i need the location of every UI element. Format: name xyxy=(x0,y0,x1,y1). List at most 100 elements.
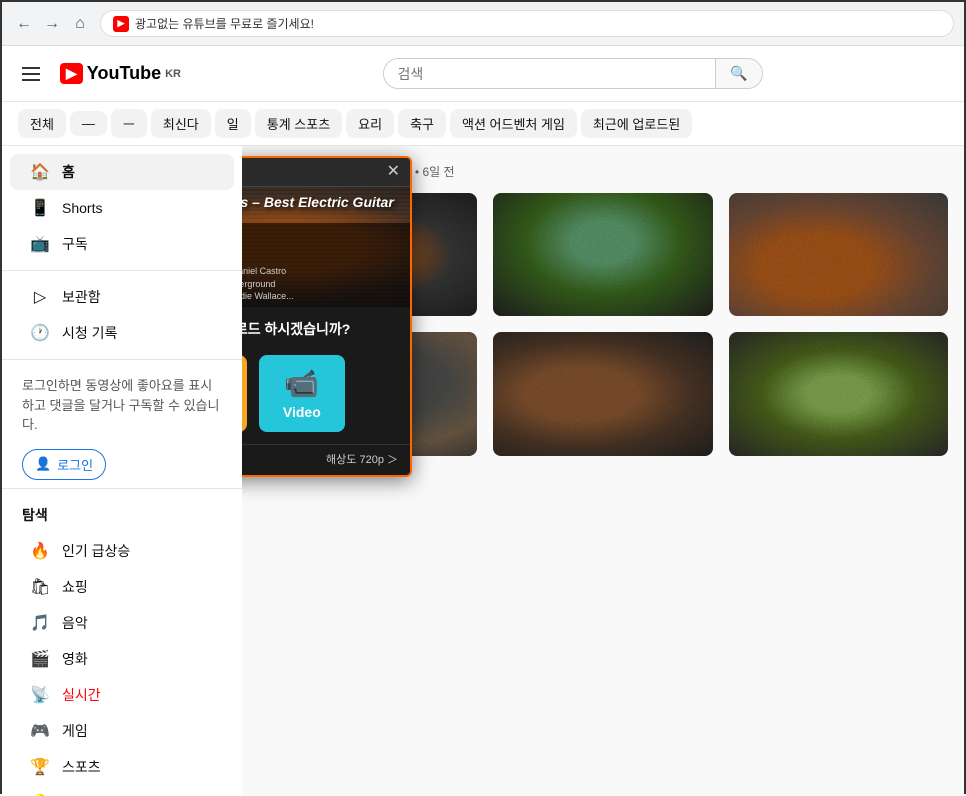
sidebar-label-home: 홈 xyxy=(62,162,75,182)
video-card-2[interactable] xyxy=(493,193,712,316)
sidebar-item-live[interactable]: 📡 실시간 xyxy=(10,677,234,713)
sidebar-item-movies[interactable]: 🎬 영화 xyxy=(10,641,234,677)
search-button[interactable]: 🔍 xyxy=(715,59,761,88)
resolution-info[interactable]: 해상도 720p ＞ xyxy=(326,451,398,467)
video-btn-label: Video xyxy=(283,404,321,420)
youtube-logo[interactable]: ▶ YouTube KR xyxy=(60,63,181,84)
noise-overlay-6 xyxy=(729,332,948,455)
sidebar: 🏠 홈 📱 Shorts 📺 구독 ▷ 보관함 🕐 시청 기록 로그인하면 동영… xyxy=(2,146,242,796)
trending-icon: 🔥 xyxy=(30,541,50,561)
search-container: 🔍 xyxy=(197,58,948,89)
address-bar[interactable]: ▶ 광고없는 유튜브를 무료로 즐기세요! xyxy=(100,10,954,37)
category-chip-sports[interactable]: 통계 스포츠 xyxy=(255,109,342,138)
youtube-logo-icon: ▶ xyxy=(60,63,83,84)
login-button[interactable]: 👤 로그인 xyxy=(22,449,106,480)
sidebar-label-gaming: 게임 xyxy=(62,721,88,741)
video-card-6[interactable] xyxy=(729,332,948,455)
category-chip-3[interactable]: 최신다 xyxy=(151,109,211,138)
sidebar-item-shorts[interactable]: 📱 Shorts xyxy=(10,190,234,226)
home-icon: 🏠 xyxy=(30,162,50,182)
youtube-logo-text: YouTube xyxy=(87,63,161,84)
music-icon: 🎵 xyxy=(30,613,50,633)
sidebar-item-gaming[interactable]: 🎮 게임 xyxy=(10,713,234,749)
category-chip-cooking[interactable]: 요리 xyxy=(346,109,394,138)
back-button[interactable]: ← xyxy=(12,12,36,36)
audio-download-button[interactable]: ♪ Audio xyxy=(242,355,247,432)
youtube-header: ▶ YouTube KR 🔍 xyxy=(2,46,964,102)
sidebar-label-shorts: Shorts xyxy=(62,200,102,216)
clipdown-modal: ▼ Clip Down ✕ 100 Best Blues Songs – Bes… xyxy=(242,156,412,477)
category-chip-1[interactable]: — xyxy=(70,111,107,136)
gaming-icon: 🎮 xyxy=(30,721,50,741)
library-icon: ▷ xyxy=(30,287,50,307)
sidebar-divider-2 xyxy=(2,359,242,360)
tracklist-text: 01. Slightly Hurt Me – Joss Stone02. Blu… xyxy=(242,227,402,303)
main-layout: 🏠 홈 📱 Shorts 📺 구독 ▷ 보관함 🕐 시청 기록 로그인하면 동영… xyxy=(2,146,964,796)
sidebar-item-music[interactable]: 🎵 음악 xyxy=(10,605,234,641)
preview-tracklist: 01. Slightly Hurt Me – Joss Stone02. Blu… xyxy=(242,223,410,307)
sidebar-item-subscriptions[interactable]: 📺 구독 xyxy=(10,226,234,262)
explore-section-title: 탐색 xyxy=(2,497,242,533)
category-chip-all[interactable]: 전체 xyxy=(18,109,66,138)
search-input[interactable] xyxy=(384,59,716,88)
home-button[interactable]: ⌂ xyxy=(68,12,92,36)
modal-video-preview: 100 Best Blues Songs – Best Electric Gui… xyxy=(242,187,410,307)
login-prompt-text: 로그인하면 동영상에 좋아요를 표시하고 댓글을 달거나 구독할 수 있습니다. xyxy=(2,368,242,443)
sidebar-divider-3 xyxy=(2,488,242,489)
hamburger-line xyxy=(22,67,40,69)
modal-close-button[interactable]: ✕ xyxy=(387,164,400,180)
noise-overlay-3 xyxy=(729,193,948,316)
modal-question: 동영상을 다운로드 하시겠습니까? xyxy=(242,307,410,347)
sidebar-item-home[interactable]: 🏠 홈 xyxy=(10,154,234,190)
learning-icon: 💡 xyxy=(30,793,50,796)
site-favicon: ▶ xyxy=(113,16,129,32)
thumbnail-2 xyxy=(493,193,712,316)
hamburger-line xyxy=(22,73,40,75)
noise-overlay-2 xyxy=(493,193,712,316)
sports-icon: 🏆 xyxy=(30,757,50,777)
sidebar-label-shopping: 쇼핑 xyxy=(62,577,88,597)
shorts-icon: 📱 xyxy=(30,198,50,218)
category-chip-2[interactable]: ㅡ xyxy=(111,109,147,138)
sidebar-label-music: 음악 xyxy=(62,613,88,633)
category-chip-soccer[interactable]: 축구 xyxy=(398,109,446,138)
category-bar: 전체 — ㅡ 최신다 일 통계 스포츠 요리 축구 액션 어드벤처 게임 최근에… xyxy=(2,102,964,146)
sidebar-label-library: 보관함 xyxy=(62,287,101,307)
thumbnail-6 xyxy=(729,332,948,455)
sidebar-item-learning[interactable]: 💡 학습 xyxy=(10,785,234,796)
sidebar-item-shopping[interactable]: 🛍 쇼핑 xyxy=(10,569,234,605)
subscriptions-icon: 📺 xyxy=(30,234,50,254)
preview-background: 100 Best Blues Songs – Best Electric Gui… xyxy=(242,187,410,307)
video-icon: 📹 xyxy=(284,367,319,400)
noise-overlay-5 xyxy=(493,332,712,455)
sidebar-label-live: 실시간 xyxy=(62,685,101,705)
preview-line1: 100 Best Blues Songs – Best Electric Gui… xyxy=(242,195,402,226)
modal-buttons: ♪ Audio 📹 Video xyxy=(242,347,410,444)
content-area: YIN 다니보 ✓ 조회수 46만회 • 6일 전 xyxy=(242,146,964,796)
modal-footer: 쿠팡 바로가기 추가 해상도 720p ＞ xyxy=(242,444,410,475)
sidebar-item-sports[interactable]: 🏆 스포츠 xyxy=(10,749,234,785)
video-card-3[interactable] xyxy=(729,193,948,316)
category-chip-4[interactable]: 일 xyxy=(215,109,251,138)
sidebar-divider-1 xyxy=(2,270,242,271)
category-chip-action[interactable]: 액션 어드벤처 게임 xyxy=(450,109,577,138)
youtube-region-label: KR xyxy=(165,68,181,80)
search-box: 🔍 xyxy=(383,58,763,89)
sidebar-item-trending[interactable]: 🔥 인기 급상승 xyxy=(10,533,234,569)
thumbnail-5 xyxy=(493,332,712,455)
sidebar-label-learning: 학습 xyxy=(62,793,88,796)
forward-button[interactable]: → xyxy=(40,12,64,36)
sidebar-item-history[interactable]: 🕐 시청 기록 xyxy=(10,315,234,351)
modal-header: ▼ Clip Down ✕ xyxy=(242,158,410,187)
hamburger-menu[interactable] xyxy=(18,63,44,85)
category-chip-recent[interactable]: 최근에 업로드된 xyxy=(581,109,692,138)
history-icon: 🕐 xyxy=(30,323,50,343)
sidebar-label-trending: 인기 급상승 xyxy=(62,541,130,561)
shopping-icon: 🛍 xyxy=(30,577,50,597)
sidebar-label-subscriptions: 구독 xyxy=(62,234,88,254)
sidebar-label-movies: 영화 xyxy=(62,649,88,669)
video-card-5[interactable] xyxy=(493,332,712,455)
sidebar-item-library[interactable]: ▷ 보관함 xyxy=(10,279,234,315)
video-download-button[interactable]: 📹 Video xyxy=(259,355,345,432)
sidebar-label-history: 시청 기록 xyxy=(62,323,117,343)
